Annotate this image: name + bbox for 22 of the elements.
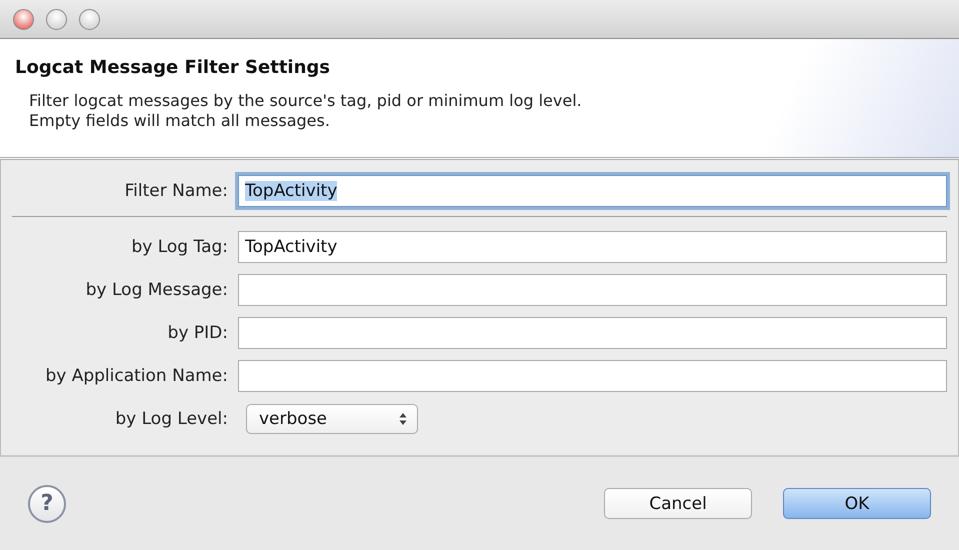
description-text: Filter logcat messages by the source's tag, pid or minimum log level. bbox=[28, 91, 583, 111]
ok-button[interactable]: OK bbox=[783, 488, 931, 519]
stepper-arrows-icon bbox=[399, 412, 407, 426]
field-label: by Log Tag: bbox=[130, 236, 228, 256]
field-label: by Log Message: bbox=[84, 280, 228, 300]
description-text: Empty fields will match all messages. bbox=[28, 111, 331, 131]
field-label: by Application Name: bbox=[44, 366, 228, 386]
log-level-select[interactable]: verbose bbox=[246, 404, 418, 434]
field-label: by PID: bbox=[166, 322, 228, 342]
input-field[interactable]: TopActivity bbox=[238, 230, 947, 262]
help-button[interactable]: ? bbox=[28, 484, 66, 522]
input-field[interactable] bbox=[238, 274, 947, 306]
filter-name-field[interactable]: TopActivity bbox=[238, 175, 947, 207]
dialog-title: Logcat Message Filter Settings bbox=[15, 57, 332, 78]
input-field[interactable] bbox=[238, 360, 947, 392]
field-label: by Log Level: bbox=[114, 408, 228, 428]
field-label: Filter Name: bbox=[124, 181, 228, 201]
input-field[interactable] bbox=[238, 316, 947, 348]
cancel-button[interactable]: Cancel bbox=[604, 488, 752, 519]
minimize-icon[interactable] bbox=[46, 8, 67, 30]
close-icon[interactable] bbox=[13, 8, 34, 30]
zoom-icon[interactable] bbox=[79, 8, 100, 30]
